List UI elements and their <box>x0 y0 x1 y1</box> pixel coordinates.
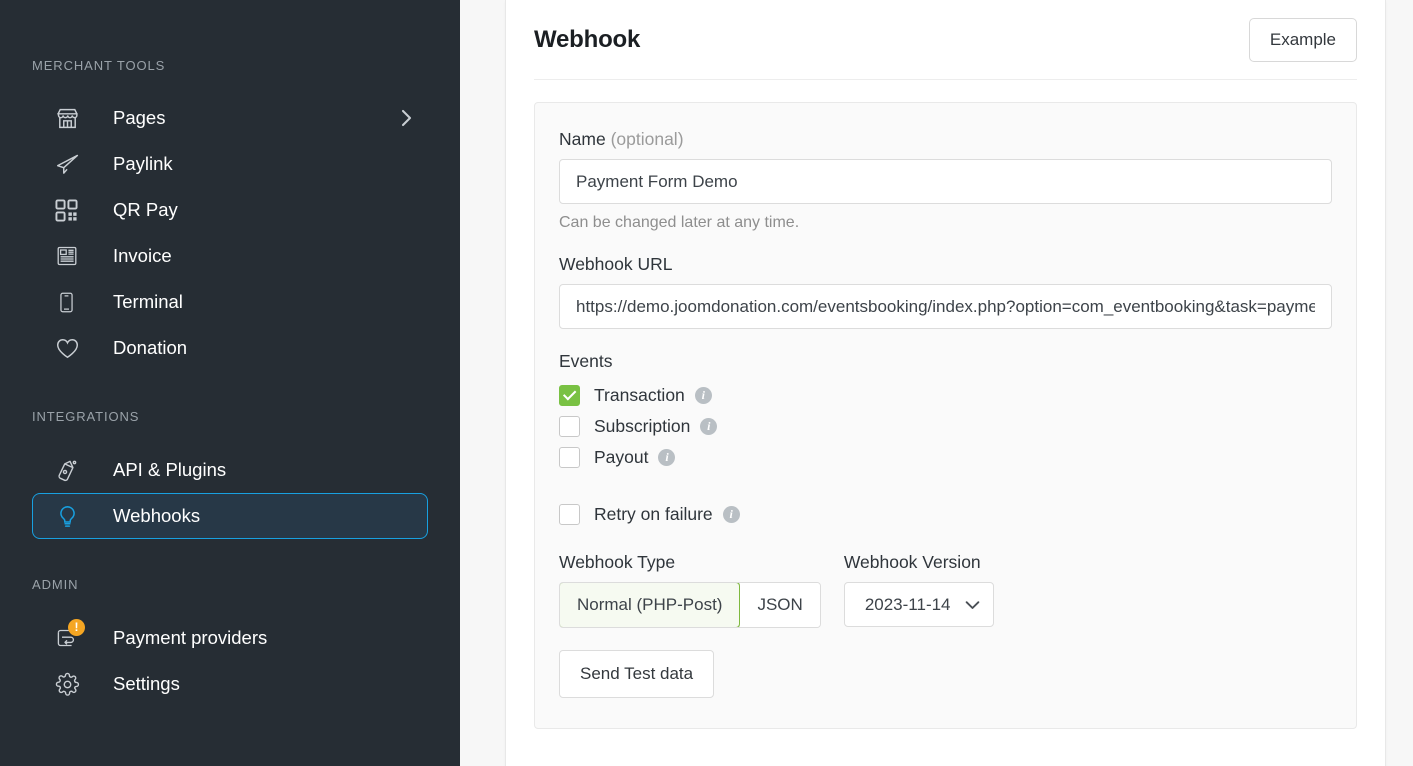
example-button[interactable]: Example <box>1248 17 1357 62</box>
store-icon <box>55 106 85 131</box>
webhook-version-select[interactable]: 2023-11-14 <box>843 582 994 627</box>
transaction-checkbox[interactable] <box>559 385 580 406</box>
webhook-type-option-normal[interactable]: Normal (PHP-Post) <box>559 583 741 627</box>
sidebar-item-label: Settings <box>113 673 180 694</box>
alert-badge: ! <box>68 619 85 636</box>
webhook-url-label: Webhook URL <box>559 254 673 274</box>
webhook-type-label: Webhook Type <box>559 552 676 572</box>
main-area: Webhook Example Name (optional) Can be c… <box>460 0 1413 766</box>
subscription-checkbox[interactable] <box>559 416 580 437</box>
app-root: MERCHANT TOOLS Pages Paylink QR Pay Invo… <box>0 0 1413 766</box>
webhook-form-panel: Name (optional) Can be changed later at … <box>534 102 1357 729</box>
header-divider <box>534 79 1357 80</box>
checkbox-row-payout[interactable]: Payout i <box>559 442 1332 473</box>
webhook-card: Webhook Example Name (optional) Can be c… <box>505 0 1386 766</box>
sidebar-item-label: API & Plugins <box>113 459 227 480</box>
mobile-device-icon <box>55 291 85 314</box>
payout-checkbox[interactable] <box>559 447 580 468</box>
type-version-row: Webhook Type Normal (PHP-Post) JSON Webh… <box>559 552 1332 628</box>
sidebar-section-title-integrations: INTEGRATIONS <box>32 409 140 424</box>
checkbox-row-subscription[interactable]: Subscription i <box>559 411 1332 442</box>
webhook-version-select-wrap[interactable]: 2023-11-14 <box>843 582 994 627</box>
paper-plane-icon <box>55 152 85 177</box>
webhook-version-group: Webhook Version 2023-11-14 <box>843 552 994 628</box>
sidebar-item-label: Pages <box>113 107 166 128</box>
sidebar-item-label: Invoice <box>113 245 172 266</box>
name-label-text: Name <box>559 129 606 149</box>
events-label: Events <box>559 351 613 371</box>
sidebar-item-label: Paylink <box>113 153 173 174</box>
sidebar-item-qr-pay[interactable]: QR Pay <box>32 187 428 233</box>
lightbulb-icon <box>55 504 85 529</box>
sidebar-item-label: Payment providers <box>113 627 268 648</box>
chevron-right-icon <box>399 107 415 129</box>
sidebar-item-settings[interactable]: Settings <box>32 661 428 707</box>
sidebar-item-label: Donation <box>113 337 188 358</box>
checkbox-row-transaction[interactable]: Transaction i <box>559 380 1332 411</box>
info-icon[interactable]: i <box>658 449 676 466</box>
webhook-type-group: Webhook Type Normal (PHP-Post) JSON <box>559 552 821 628</box>
wallet-icon: ! <box>55 619 85 650</box>
info-icon[interactable]: i <box>700 418 718 435</box>
sidebar-item-webhooks[interactable]: Webhooks <box>32 493 428 539</box>
webhook-version-label: Webhook Version <box>843 552 981 572</box>
sidebar-item-pages[interactable]: Pages <box>32 95 428 141</box>
qr-code-icon <box>55 198 85 222</box>
sidebar-item-terminal[interactable]: Terminal <box>32 279 428 325</box>
retry-on-failure-label: Retry on failure <box>594 504 713 524</box>
sidebar-item-label: QR Pay <box>113 199 178 220</box>
sidebar-item-api-plugins[interactable]: API & Plugins <box>32 447 428 493</box>
sidebar: MERCHANT TOOLS Pages Paylink QR Pay Invo… <box>0 0 460 766</box>
card-header: Webhook Example <box>506 0 1385 79</box>
webhook-url-input[interactable] <box>559 284 1332 329</box>
name-input[interactable] <box>559 159 1332 204</box>
sidebar-item-invoice[interactable]: Invoice <box>32 233 428 279</box>
sidebar-item-payment-providers[interactable]: ! Payment providers <box>32 615 428 661</box>
newspaper-icon <box>55 244 85 268</box>
subscription-label: Subscription <box>594 416 691 436</box>
sidebar-item-donation[interactable]: Donation <box>32 325 428 371</box>
sidebar-section-title-admin: ADMIN <box>32 577 79 592</box>
name-help-text: Can be changed later at any time. <box>559 214 800 231</box>
webhook-type-segmented-control[interactable]: Normal (PHP-Post) JSON <box>559 582 821 628</box>
sidebar-item-paylink[interactable]: Paylink <box>32 141 428 187</box>
info-icon[interactable]: i <box>694 387 712 404</box>
checkbox-row-retry-on-failure[interactable]: Retry on failure i <box>559 499 1332 530</box>
name-label-optional: (optional) <box>610 129 684 149</box>
webhook-type-option-json[interactable]: JSON <box>739 583 820 627</box>
sidebar-section-title-merchant-tools: MERCHANT TOOLS <box>32 58 166 73</box>
info-icon[interactable]: i <box>722 506 740 523</box>
payout-label: Payout <box>594 447 649 467</box>
page-title: Webhook <box>534 25 641 53</box>
gear-icon <box>55 672 85 697</box>
name-field-label: Name (optional) <box>559 129 1332 150</box>
retry-on-failure-checkbox[interactable] <box>559 504 580 525</box>
heart-icon <box>55 336 85 361</box>
sidebar-item-label: Webhooks <box>113 505 201 526</box>
flask-icon <box>55 458 85 483</box>
transaction-label: Transaction <box>594 385 685 405</box>
sidebar-item-label: Terminal <box>113 291 183 312</box>
send-test-data-button[interactable]: Send Test data <box>559 650 715 698</box>
